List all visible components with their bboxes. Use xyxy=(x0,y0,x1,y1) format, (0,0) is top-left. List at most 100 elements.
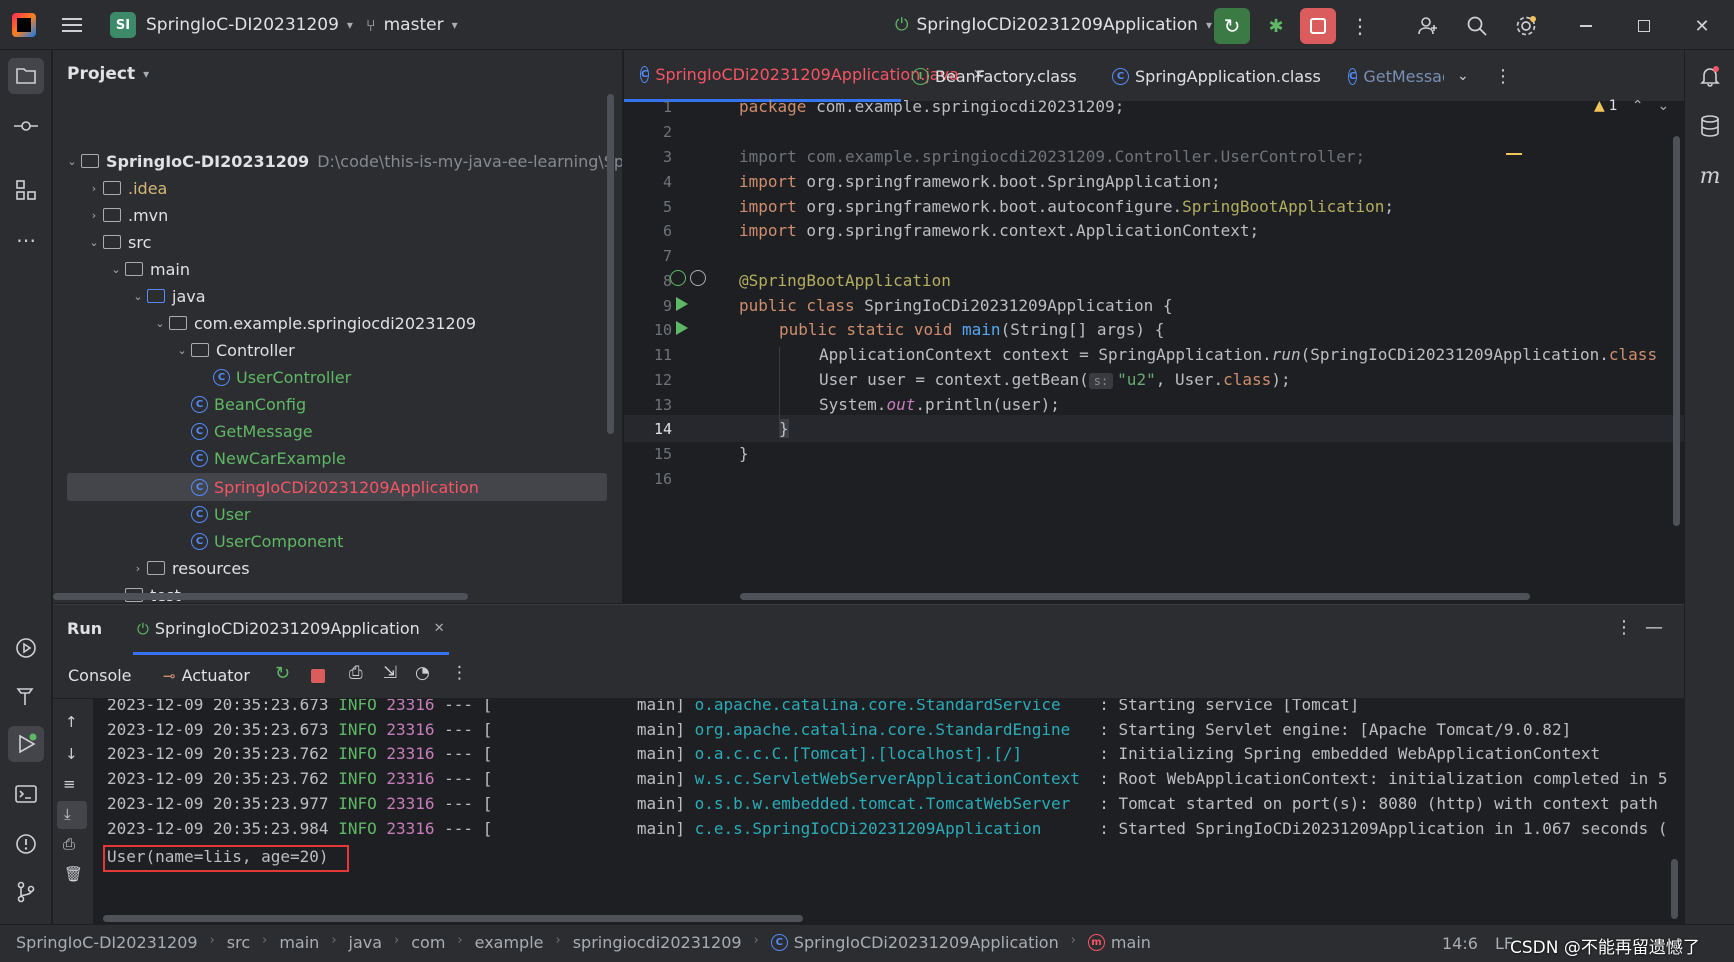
database-button[interactable] xyxy=(1692,108,1728,144)
stop-icon[interactable] xyxy=(311,669,325,683)
tree-item-controller[interactable]: ⌄ Controller xyxy=(173,336,294,364)
spring-bean-gutter-icon[interactable] xyxy=(670,270,686,286)
code-line-5[interactable]: import org.springframework.boot.autoconf… xyxy=(739,197,1394,216)
chevron-down-icon[interactable]: ⌄ xyxy=(1657,98,1669,114)
tree-item-idea[interactable]: › .idea xyxy=(85,174,168,202)
warning-stripe-marker[interactable] xyxy=(1506,153,1522,155)
tab-application-java[interactable]: C SpringIoCDi20231209Application.java ✕ xyxy=(624,50,985,102)
terminal-tool-button[interactable] xyxy=(8,776,44,812)
gauge-icon[interactable]: ◔ xyxy=(415,663,430,683)
more-vertical-icon[interactable]: ⋮ xyxy=(1615,617,1633,638)
code-line-8[interactable]: @SpringBootApplication xyxy=(739,271,951,290)
maven-button[interactable]: m xyxy=(1692,158,1728,194)
code-line-15[interactable]: } xyxy=(739,444,749,463)
tab-getmessage[interactable]: C GetMessag xyxy=(1348,50,1444,102)
tree-item-mvn[interactable]: › .mvn xyxy=(85,201,168,229)
tree-item-user[interactable]: C User xyxy=(191,500,250,528)
tab-springapplication[interactable]: C SpringApplication.class xyxy=(1112,50,1321,102)
breadcrumb-item[interactable]: SpringIoC-DI20231209 xyxy=(16,933,198,952)
build-tool-button[interactable] xyxy=(8,678,44,714)
console-tab[interactable]: Console xyxy=(68,666,132,685)
search-button[interactable] xyxy=(1459,8,1495,44)
minimize-panel-icon[interactable]: — xyxy=(1645,617,1663,638)
tab-beanfactory[interactable]: I BeanFactory.class xyxy=(912,50,1077,102)
arrow-down-icon[interactable]: ↓ xyxy=(65,745,78,763)
minimize-button[interactable] xyxy=(1568,8,1604,44)
code-line-4[interactable]: import org.springframework.boot.SpringAp… xyxy=(739,172,1221,191)
camera-icon[interactable]: ⎙ xyxy=(349,663,363,683)
code-line-11[interactable]: ApplicationContext context = SpringAppli… xyxy=(819,345,1657,364)
caret-position[interactable]: 14:6 xyxy=(1442,934,1478,953)
tabs-more-button[interactable]: ⋮ xyxy=(1494,50,1512,102)
tree-item-application[interactable]: C SpringIoCDi20231209Application xyxy=(191,473,479,501)
arrow-up-icon[interactable]: ↑ xyxy=(65,713,78,731)
print-icon[interactable]: ⎙ xyxy=(63,835,75,853)
notifications-button[interactable] xyxy=(1692,58,1728,94)
tree-item-src[interactable]: ⌄ src xyxy=(85,228,151,256)
branch-switcher[interactable]: ⑂ master ▾ xyxy=(366,0,458,50)
tree-item-usercomponent[interactable]: C UserComponent xyxy=(191,527,343,555)
spring-config-gutter-icon[interactable] xyxy=(690,270,706,286)
more-actions-button[interactable]: ⋮ xyxy=(1342,8,1378,44)
code-line-13[interactable]: System.out.println(user); xyxy=(819,395,1060,414)
problems-tool-button[interactable] xyxy=(8,826,44,862)
breadcrumb-item[interactable]: com xyxy=(411,933,445,952)
services-tool-button[interactable] xyxy=(8,630,44,666)
tree-item-getmessage[interactable]: C GetMessage xyxy=(191,417,313,445)
breadcrumb-item[interactable]: java xyxy=(349,933,383,952)
tree-item-newcarexample[interactable]: C NewCarExample xyxy=(191,444,346,472)
maximize-button[interactable] xyxy=(1626,8,1662,44)
stop-button[interactable] xyxy=(1300,8,1336,44)
tree-root[interactable]: ⌄ SpringIoC-DI20231209 D:\code\this-is-m… xyxy=(63,147,622,175)
run-class-gutter-icon[interactable] xyxy=(676,297,688,311)
tree-item-usercontroller[interactable]: C UserController xyxy=(213,363,351,391)
tree-item-main[interactable]: ⌄ main xyxy=(107,255,190,283)
code-line-10[interactable]: public static void main(String[] args) { xyxy=(779,320,1164,339)
main-menu-icon[interactable] xyxy=(62,0,82,50)
chevron-up-icon[interactable]: ⌃ xyxy=(1632,98,1644,114)
close-window-button[interactable]: ✕ xyxy=(1684,8,1720,44)
console-horizontal-scrollbar[interactable] xyxy=(103,915,803,922)
code-line-12[interactable]: User user = context.getBean(s: "u2", User… xyxy=(819,370,1291,389)
more-vertical-icon[interactable]: ⋮ xyxy=(451,663,468,683)
project-panel-header[interactable]: Project ▾ xyxy=(67,64,149,84)
breadcrumb-item[interactable]: src xyxy=(227,933,250,952)
run-config-selector[interactable]: ⏻ SpringIoCDi20231209Application ▾ xyxy=(895,0,1212,50)
breadcrumb-item[interactable]: springiocdi20231209 xyxy=(573,933,742,952)
code-line-14[interactable]: } xyxy=(779,419,789,438)
console-vertical-scrollbar[interactable] xyxy=(1671,859,1678,919)
exit-icon[interactable]: ⇲ xyxy=(383,663,397,683)
run-main-gutter-icon[interactable] xyxy=(676,321,688,335)
run-tab-application[interactable]: ⏻ SpringIoCDi20231209Application ✕ xyxy=(133,605,449,655)
code-line-1[interactable]: package com.example.springiocdi20231209; xyxy=(739,97,1124,116)
tabs-overflow-button[interactable]: ⌄ xyxy=(1457,50,1469,102)
debug-button[interactable]: ✱ xyxy=(1258,8,1294,44)
structure-tool-button[interactable] xyxy=(8,172,44,208)
trash-icon[interactable]: 🗑 xyxy=(64,865,83,883)
scroll-to-end-button[interactable]: ⤓ xyxy=(57,801,87,829)
tree-item-beanconfig[interactable]: C BeanConfig xyxy=(191,390,306,418)
code-line-9[interactable]: public class SpringIoCDi20231209Applicat… xyxy=(739,296,1172,315)
intellij-logo-icon[interactable] xyxy=(12,0,36,50)
code-line-6[interactable]: import org.springframework.context.Appli… xyxy=(739,221,1259,240)
soft-wrap-icon[interactable]: ≡ xyxy=(63,775,76,793)
breadcrumb-item[interactable]: m main xyxy=(1087,933,1151,952)
tree-item-package[interactable]: ⌄ com.example.springiocdi20231209 xyxy=(151,309,476,337)
tree-item-resources[interactable]: › resources xyxy=(129,554,250,582)
project-vertical-scrollbar[interactable] xyxy=(607,94,614,434)
console-output[interactable]: 2023-12-09 20:35:23.673 INFO 23316 --- [… xyxy=(93,699,1684,925)
more-tools-button[interactable]: ⋯ xyxy=(8,222,44,258)
editor-vertical-scrollbar[interactable] xyxy=(1673,136,1680,526)
project-switcher[interactable]: SI SpringIoC-DI20231209 ▾ xyxy=(110,0,353,50)
code-with-me-button[interactable] xyxy=(1410,8,1446,44)
editor-horizontal-scrollbar[interactable] xyxy=(740,593,1530,600)
project-tool-button[interactable] xyxy=(8,58,44,94)
project-horizontal-scrollbar[interactable] xyxy=(53,593,468,600)
actuator-tab[interactable]: ⊸ Actuator xyxy=(163,666,250,685)
close-icon[interactable]: ✕ xyxy=(434,621,445,636)
breadcrumb-item[interactable]: main xyxy=(279,933,319,952)
run-tool-button[interactable] xyxy=(8,726,44,762)
code-line-3[interactable]: import com.example.springiocdi20231209.C… xyxy=(739,147,1365,166)
tree-item-java[interactable]: ⌄ java xyxy=(129,282,205,310)
breadcrumb-item[interactable]: C SpringIoCDi20231209Application xyxy=(770,933,1059,952)
